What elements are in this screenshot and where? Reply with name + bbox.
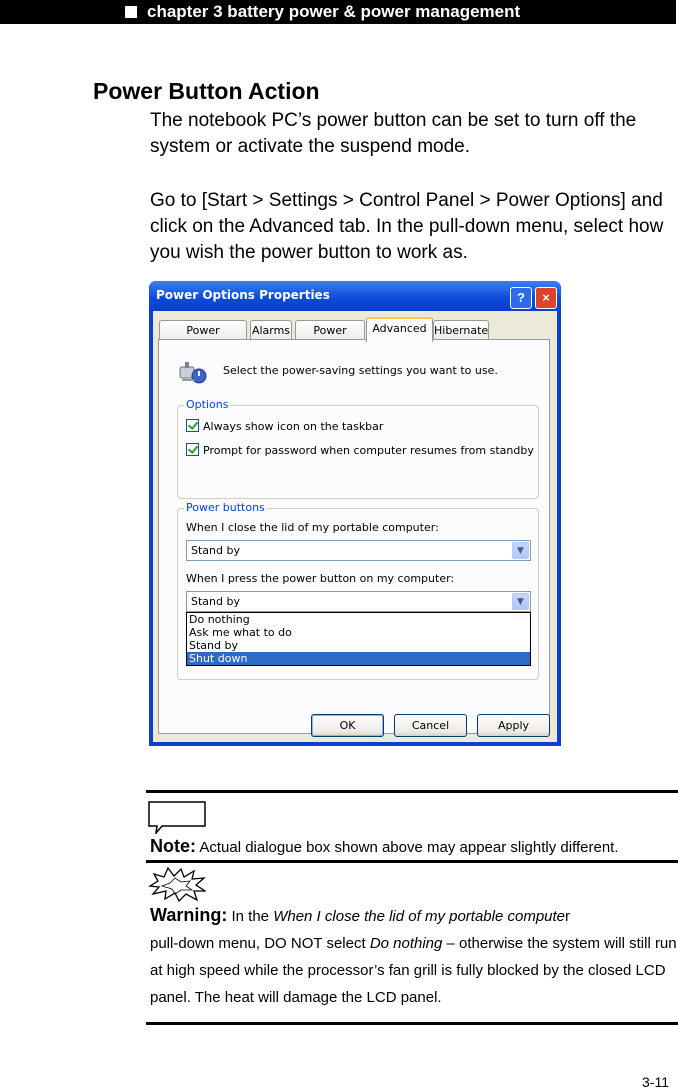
power-button-select[interactable]: Stand by ▼	[186, 591, 531, 612]
dialog-title: Power Options Properties	[156, 288, 330, 302]
password-prompt-option[interactable]: Prompt for password when computer resume…	[186, 443, 534, 457]
warning-label: Warning:	[150, 905, 228, 925]
checkbox-checked-icon[interactable]	[186, 443, 199, 456]
warning-text-part: pull-down menu, DO NOT select	[150, 935, 370, 952]
divider	[146, 860, 678, 863]
power-buttons-group-label: Power buttons	[184, 501, 267, 514]
advanced-tab-panel: Select the power-saving settings you wan…	[158, 339, 550, 734]
dropdown-option-shut-down[interactable]: Shut down	[187, 652, 530, 665]
power-buttons-group: Power buttons When I close the lid of my…	[177, 501, 539, 680]
lid-close-value: Stand by	[191, 544, 240, 557]
help-button[interactable]: ?	[510, 287, 532, 309]
dropdown-option-do-nothing[interactable]: Do nothing	[187, 613, 530, 626]
warning-text-part: r	[565, 908, 571, 925]
warning-text-part: In the	[231, 908, 274, 925]
tab-power-schemes[interactable]: Power Schemes	[159, 320, 247, 356]
section-title: Power Button Action	[93, 78, 320, 104]
options-group: Options Always show icon on the taskbar …	[177, 398, 539, 499]
warning-emphasis: When I close the lid of my portable comp…	[273, 908, 566, 925]
intro-text: Select the power-saving settings you wan…	[223, 364, 498, 377]
ok-button[interactable]: OK	[311, 714, 384, 737]
power-settings-icon	[179, 362, 207, 384]
divider	[146, 1022, 678, 1025]
tab-hibernate[interactable]: Hibernate	[433, 320, 489, 340]
instructions-paragraph: Go to [Start > Settings > Control Panel …	[150, 190, 664, 263]
note-body: Actual dialogue box shown above may appe…	[199, 839, 619, 856]
chapter-header-bar: chapter 3 battery power & power manageme…	[0, 0, 676, 24]
warning-burst-icon	[148, 866, 206, 902]
lid-close-label: When I close the lid of my portable comp…	[186, 521, 439, 534]
warning-emphasis: Do nothing	[369, 935, 443, 952]
dialog-body: Power Schemes Alarms Power Meter Advance…	[153, 311, 557, 742]
chevron-down-icon[interactable]: ▼	[512, 593, 529, 610]
power-options-dialog: Power Options Properties ? × Power Schem…	[149, 281, 561, 746]
chevron-down-icon[interactable]: ▼	[512, 542, 529, 559]
option-label: Prompt for password when computer resume…	[203, 444, 534, 457]
page-number: 3-11	[642, 1074, 669, 1090]
note-text: Note: Actual dialogue box shown above ma…	[150, 836, 619, 857]
divider	[146, 790, 678, 793]
lid-close-select[interactable]: Stand by ▼	[186, 540, 531, 561]
square-bullet-icon	[125, 6, 137, 18]
cancel-button[interactable]: Cancel	[394, 714, 467, 737]
taskbar-icon-option[interactable]: Always show icon on the taskbar	[186, 419, 383, 433]
dialog-title-bar: Power Options Properties ? ×	[149, 281, 561, 311]
chapter-title: chapter 3 battery power & power manageme…	[147, 2, 521, 21]
note-label: Note:	[150, 836, 196, 856]
power-button-dropdown-list: Do nothing Ask me what to do Stand by Sh…	[186, 612, 531, 666]
power-button-value: Stand by	[191, 595, 240, 608]
dropdown-option-stand-by[interactable]: Stand by	[187, 639, 530, 652]
tab-advanced[interactable]: Advanced	[366, 317, 433, 342]
power-button-label: When I press the power button on my comp…	[186, 572, 455, 585]
checkbox-checked-icon[interactable]	[186, 419, 199, 432]
tab-power-meter[interactable]: Power Meter	[295, 320, 365, 356]
option-label: Always show icon on the taskbar	[203, 420, 384, 433]
note-icon	[148, 801, 206, 834]
tab-alarms[interactable]: Alarms	[250, 320, 292, 340]
close-button[interactable]: ×	[535, 287, 557, 309]
warning-text: Warning: In the When I close the lid of …	[150, 902, 678, 1011]
intro-paragraph: The notebook PC’s power button can be se…	[150, 110, 637, 157]
options-group-label: Options	[184, 398, 231, 411]
dropdown-option-ask[interactable]: Ask me what to do	[187, 626, 530, 639]
apply-button[interactable]: Apply	[477, 714, 550, 737]
